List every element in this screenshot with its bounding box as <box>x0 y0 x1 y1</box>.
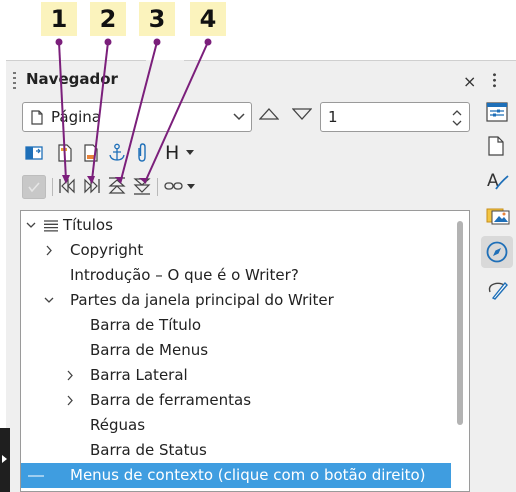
tree-row[interactable]: Barra de ferramentas <box>21 388 451 413</box>
previous-icon[interactable] <box>58 178 76 194</box>
properties-icon[interactable] <box>486 102 508 122</box>
tree-row[interactable]: Introdução – O que é o Writer? <box>21 263 451 288</box>
spin-arrows-icon[interactable] <box>451 109 463 127</box>
toggle-icon[interactable] <box>25 144 43 162</box>
header-icon[interactable] <box>58 144 72 162</box>
tree-row[interactable]: Barra Lateral <box>21 363 451 388</box>
toolbar-separator <box>157 178 158 196</box>
tree-item-label: Barra de Menus <box>90 341 209 359</box>
panel-title: Navegador <box>26 70 118 88</box>
callout-dot-2 <box>104 38 112 46</box>
callout-1: 1 <box>41 2 77 36</box>
callout-2: 2 <box>90 2 126 36</box>
tree-row[interactable]: Réguas <box>21 413 451 438</box>
callout-dot-1 <box>55 38 63 46</box>
footer-icon[interactable] <box>84 144 98 162</box>
tree-row[interactable]: Copyright <box>21 238 451 263</box>
callout-dot-4 <box>204 38 212 46</box>
anchor-icon[interactable] <box>108 143 126 163</box>
page-icon <box>31 110 43 125</box>
chevron-down-icon <box>233 113 245 121</box>
page-number-spinbox[interactable]: 1 <box>320 102 470 132</box>
previous-object-button[interactable] <box>259 107 279 121</box>
callout-3: 3 <box>139 2 175 36</box>
tree-item-label: Barra de Status <box>90 441 207 459</box>
expand-icon[interactable] <box>46 245 53 256</box>
tree-item-label: Barra de Título <box>90 316 202 334</box>
manage-changes-icon[interactable] <box>486 278 510 300</box>
collapse-icon[interactable] <box>26 222 36 229</box>
tree-item-label: Menus de contexto (clique com o botão di… <box>70 466 426 484</box>
styles-icon[interactable]: A <box>486 170 510 192</box>
close-icon[interactable]: × <box>463 74 476 90</box>
toolbar-separator <box>52 178 53 196</box>
tree-item-label: Títulos <box>63 216 113 234</box>
demote-level-icon[interactable] <box>133 177 151 195</box>
tree-row[interactable]: Títulos <box>21 213 451 238</box>
page-icon[interactable] <box>488 136 504 156</box>
content-tree[interactable]: Títulos Copyright Introdução – O que é o… <box>20 210 470 492</box>
scrollbar-thumb[interactable] <box>457 221 463 425</box>
callout-dot-3 <box>153 38 161 46</box>
navigate-by-select[interactable]: Página <box>22 102 252 132</box>
tree-item-label: Copyright <box>70 241 144 259</box>
collapse-icon[interactable] <box>44 297 54 304</box>
select-value: Página <box>51 108 101 126</box>
panel-top-border <box>6 60 146 61</box>
drag-mode-dropdown-icon[interactable] <box>187 184 195 190</box>
tree-item-label: Introdução – O que é o Writer? <box>70 266 299 284</box>
tree-row[interactable]: Barra de Status <box>21 438 451 463</box>
content-view-icon[interactable] <box>22 175 46 199</box>
panel-top-border <box>184 60 516 61</box>
tree-item-label: Barra Lateral <box>90 366 188 384</box>
drag-mode-icon[interactable] <box>164 181 184 191</box>
expand-icon[interactable] <box>67 395 74 406</box>
promote-level-icon[interactable] <box>108 177 126 195</box>
attachment-icon[interactable] <box>136 143 148 163</box>
next-object-button[interactable] <box>292 107 312 121</box>
tree-line-icon <box>28 475 44 477</box>
more-options-icon[interactable] <box>493 72 496 88</box>
tree-row[interactable]: Barra de Menus <box>21 338 451 363</box>
heading-dropdown-icon[interactable] <box>186 150 194 156</box>
tree-row-selected[interactable]: Menus de contexto (clique com o botão di… <box>21 463 451 488</box>
tree-item-label: Réguas <box>90 416 146 434</box>
headings-icon <box>44 220 58 232</box>
page-number-value: 1 <box>328 108 338 126</box>
heading-icon[interactable]: H <box>165 142 179 164</box>
tree-item-label: Barra de ferramentas <box>90 391 252 409</box>
tree-item-label: Partes da janela principal do Writer <box>70 291 334 309</box>
tree-row[interactable]: Barra de Título <box>21 313 451 338</box>
next-icon[interactable] <box>83 178 101 194</box>
tree-row[interactable]: Partes da janela principal do Writer <box>21 288 451 313</box>
callout-4: 4 <box>190 2 226 36</box>
expand-arrow-icon <box>2 455 7 463</box>
gallery-icon[interactable] <box>486 205 510 225</box>
expand-icon[interactable] <box>67 370 74 381</box>
drag-handle-icon[interactable] <box>13 72 16 92</box>
navigator-icon[interactable] <box>486 241 508 263</box>
